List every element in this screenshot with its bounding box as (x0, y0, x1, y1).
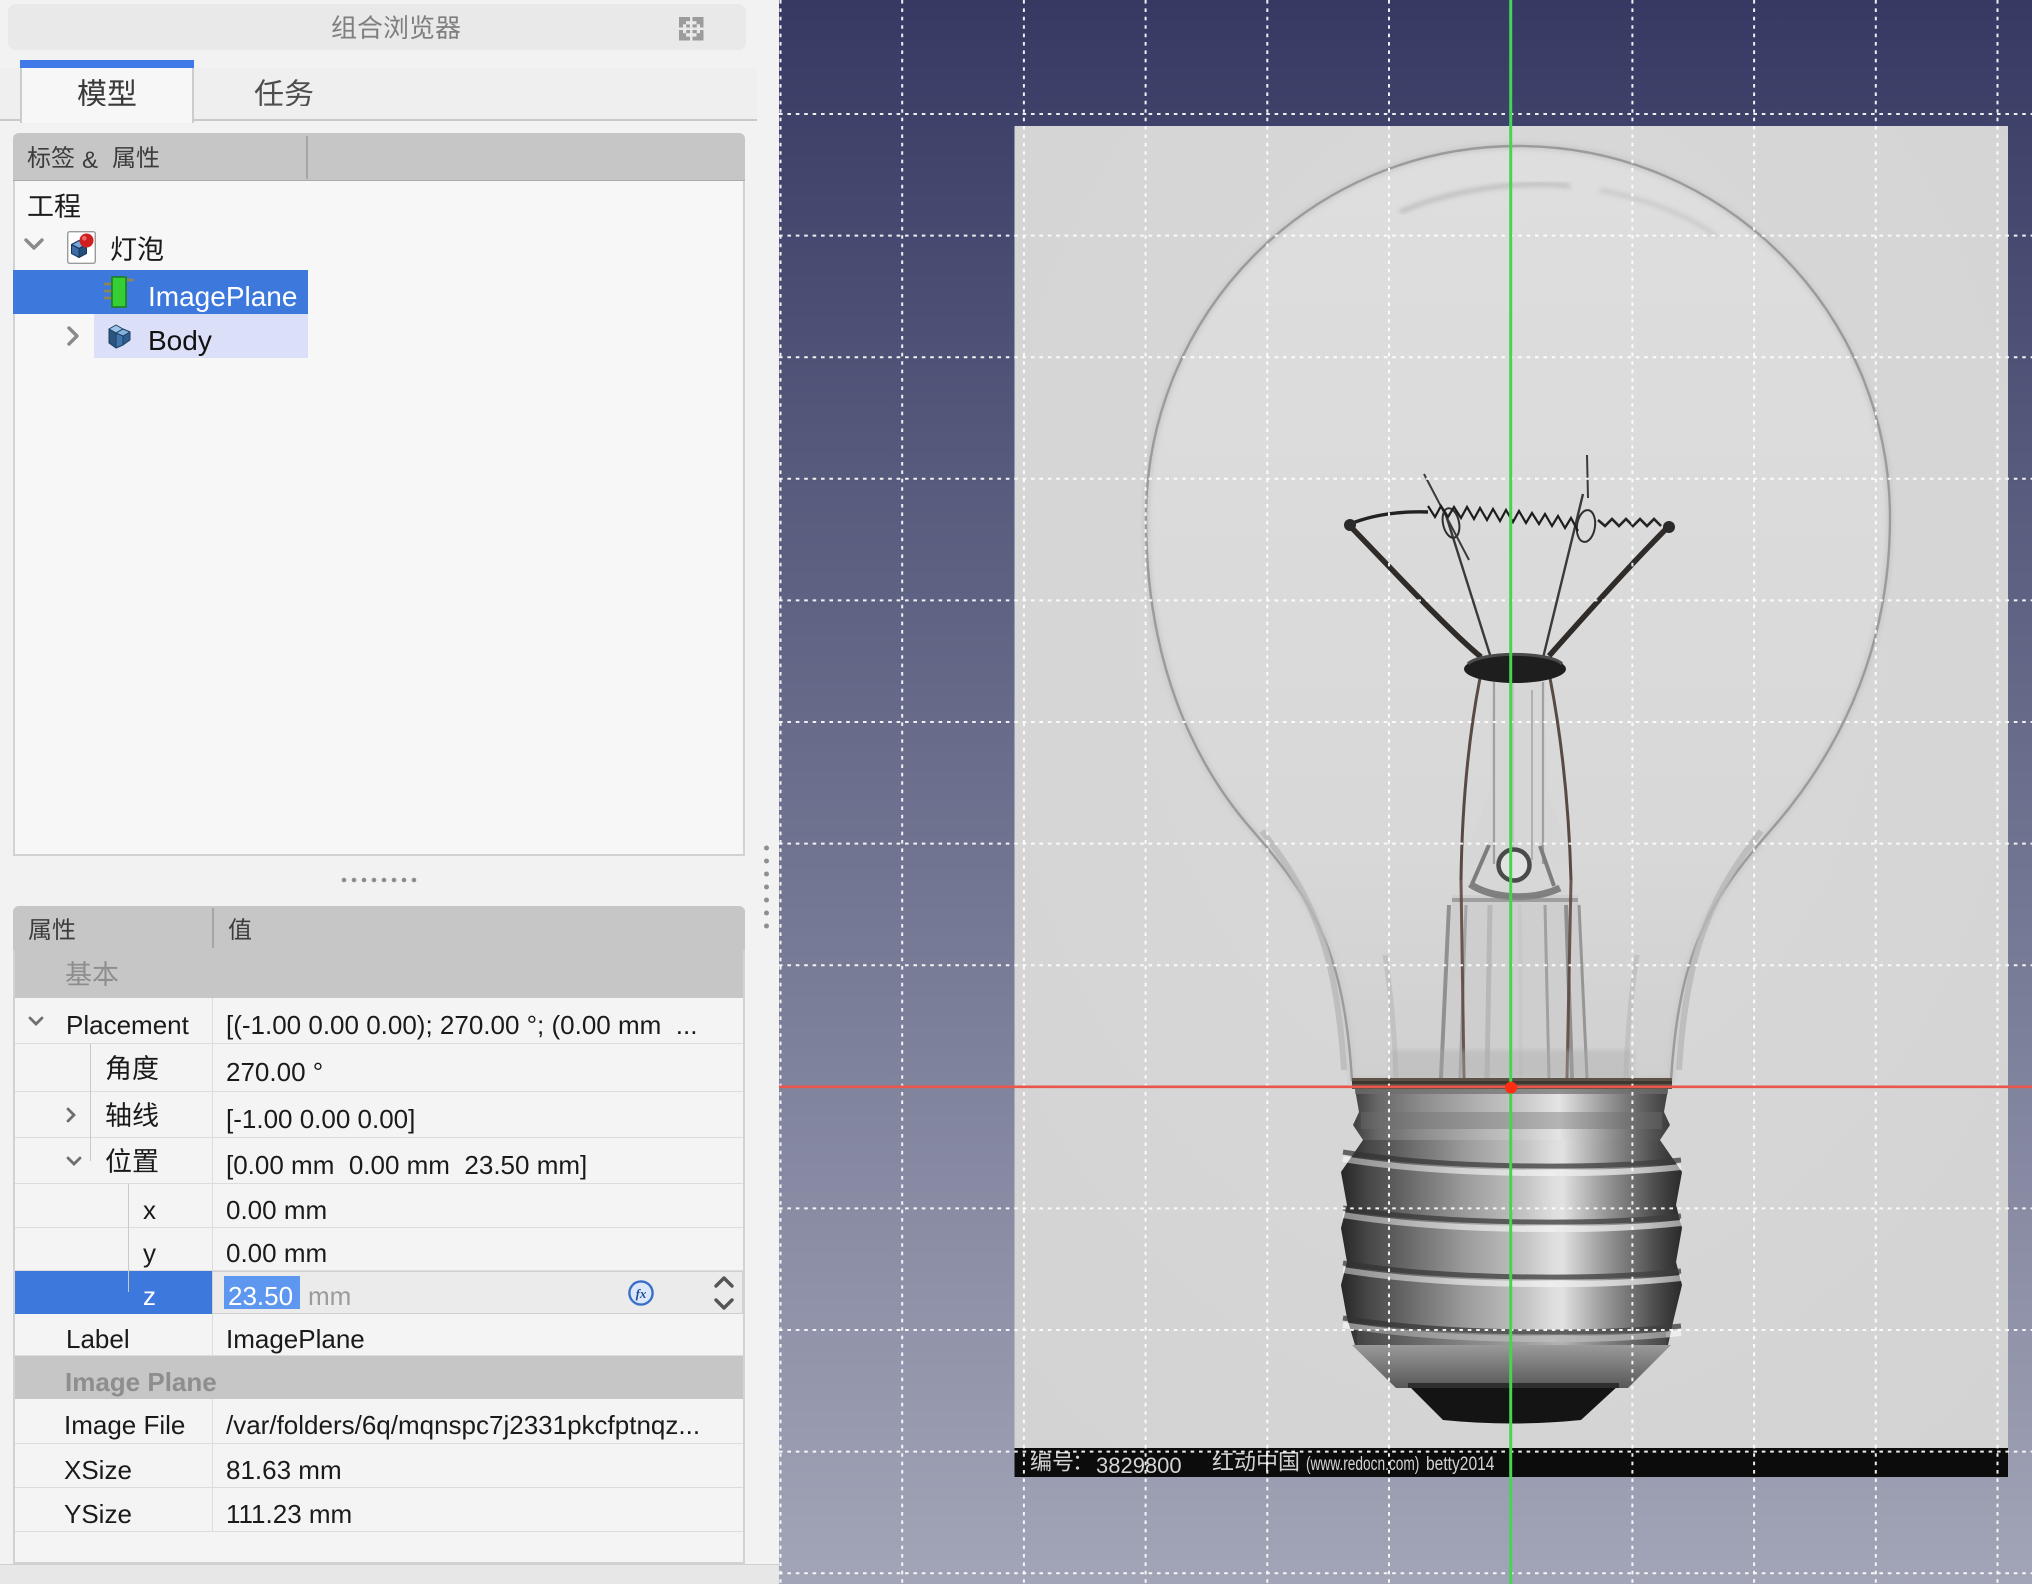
svg-text:fx: fx (636, 1286, 647, 1301)
